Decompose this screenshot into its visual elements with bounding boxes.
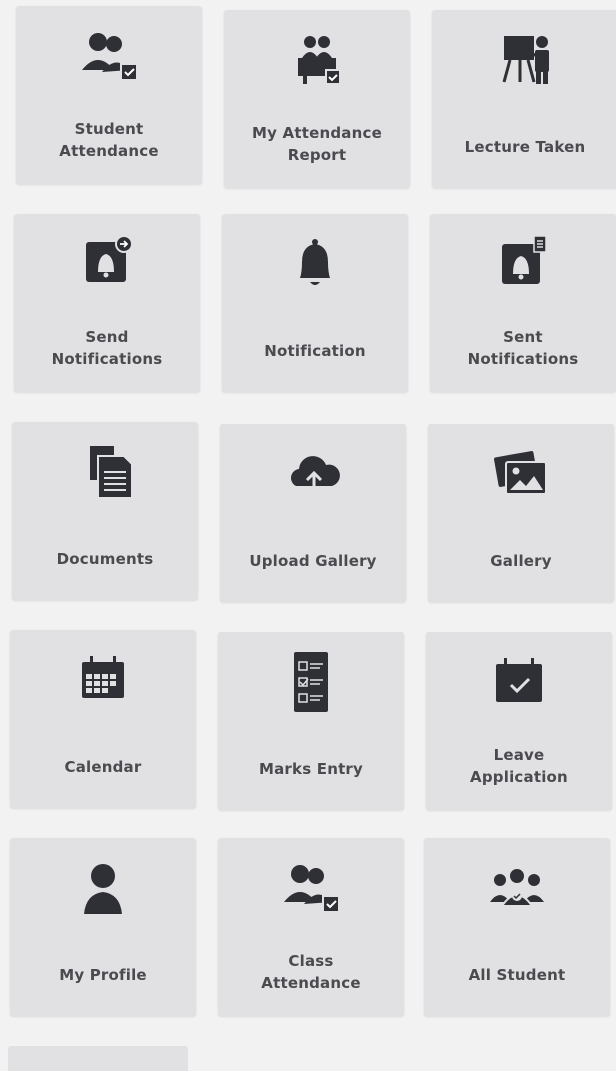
- tile-marks-entry[interactable]: Marks Entry: [218, 632, 404, 810]
- tile-label: Documents: [56, 550, 154, 568]
- tile-notification[interactable]: Notification: [222, 214, 408, 392]
- tile-send-notifications[interactable]: Send Notifications: [14, 214, 200, 392]
- tile-label: Calendar: [64, 758, 142, 776]
- class-attendance-icon: [276, 858, 346, 920]
- lecture-icon: [490, 30, 560, 92]
- tile-my-attendance-report[interactable]: My Attendance Report: [224, 10, 410, 188]
- bell-icon: [280, 234, 350, 296]
- tile-upload-gallery[interactable]: Upload Gallery: [220, 424, 406, 602]
- tile-label: My Attendance Report: [252, 124, 382, 164]
- tile-label: Lecture Taken: [464, 138, 586, 156]
- tile-label: Leave Application: [470, 746, 568, 786]
- attendance-report-icon: [282, 30, 352, 92]
- tile-label: Gallery: [490, 552, 552, 570]
- send-notification-icon: [72, 234, 142, 296]
- gallery-icon: [486, 444, 556, 506]
- checklist-icon: [276, 652, 346, 714]
- student-attendance-icon: [74, 26, 144, 88]
- dashboard-menu-grid: Student Attendance My Attendance Report: [0, 0, 616, 1071]
- sent-notification-icon: [488, 234, 558, 296]
- tile-label: Send Notifications: [51, 328, 163, 368]
- tile-label: Notification: [264, 342, 366, 360]
- tile-label: Sent Notifications: [467, 328, 579, 368]
- tile-calendar[interactable]: Calendar: [10, 630, 196, 808]
- cloud-upload-icon: [278, 444, 348, 506]
- tile-documents[interactable]: Documents: [12, 422, 198, 600]
- tile-student-attendance[interactable]: Student Attendance: [16, 6, 202, 184]
- tile-lecture-taken[interactable]: Lecture Taken: [432, 10, 616, 188]
- tile-class-attendance[interactable]: Class Attendance: [218, 838, 404, 1016]
- calendar-icon: [68, 650, 138, 712]
- tile-label: Class Attendance: [261, 952, 361, 992]
- tile-gallery[interactable]: Gallery: [428, 424, 614, 602]
- tile-label: Student Attendance: [59, 120, 159, 160]
- documents-icon: [70, 442, 140, 504]
- tile-partial-next-row[interactable]: [8, 1046, 188, 1071]
- tile-label: All Student: [468, 966, 566, 984]
- tile-label: Marks Entry: [258, 760, 364, 778]
- tile-leave-application[interactable]: Leave Application: [426, 632, 612, 810]
- tile-my-profile[interactable]: My Profile: [10, 838, 196, 1016]
- calendar-check-icon: [484, 652, 554, 714]
- group-icon: [482, 858, 552, 920]
- user-icon: [68, 858, 138, 920]
- tile-all-student[interactable]: All Student: [424, 838, 610, 1016]
- tile-label: Upload Gallery: [249, 552, 377, 570]
- tile-sent-notifications[interactable]: Sent Notifications: [430, 214, 616, 392]
- tile-label: My Profile: [59, 966, 147, 984]
